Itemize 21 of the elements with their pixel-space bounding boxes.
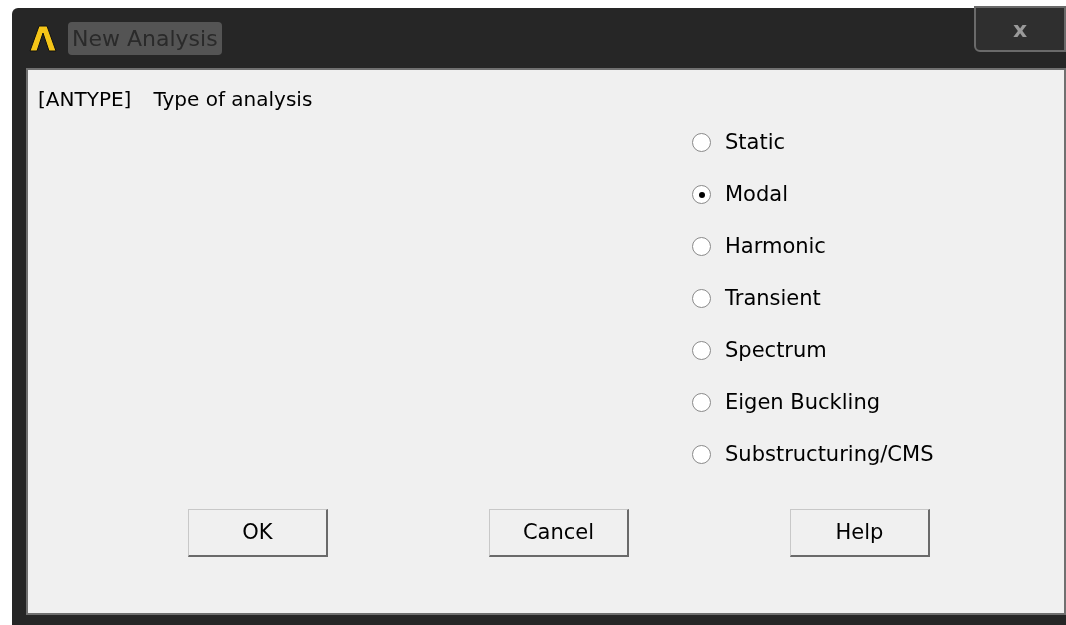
command-code: [ANTYPE]: [38, 86, 132, 113]
radio-option[interactable]: Transient: [692, 282, 1064, 315]
prompt-label: Type of analysis: [153, 86, 313, 113]
radio-icon[interactable]: [692, 289, 711, 308]
radio-option[interactable]: Harmonic: [692, 230, 1064, 263]
radio-icon[interactable]: [692, 445, 711, 464]
radio-option[interactable]: Static: [692, 126, 1064, 159]
dialog-button[interactable]: OK: [188, 509, 328, 557]
radio-icon[interactable]: [692, 185, 711, 204]
radio-icon[interactable]: [692, 393, 711, 412]
close-button[interactable]: x: [974, 6, 1066, 52]
radio-option[interactable]: Substructuring/CMS: [692, 438, 1064, 471]
dialog-button[interactable]: Help: [790, 509, 930, 557]
radio-option[interactable]: Modal: [692, 178, 1064, 211]
radio-icon[interactable]: [692, 237, 711, 256]
dialog-button[interactable]: Cancel: [489, 509, 629, 557]
radio-option[interactable]: Eigen Buckling: [692, 386, 1064, 419]
radio-icon[interactable]: [692, 133, 711, 152]
radio-icon[interactable]: [692, 341, 711, 360]
app-logo-icon: [28, 23, 58, 53]
radio-option[interactable]: Spectrum: [692, 334, 1064, 367]
